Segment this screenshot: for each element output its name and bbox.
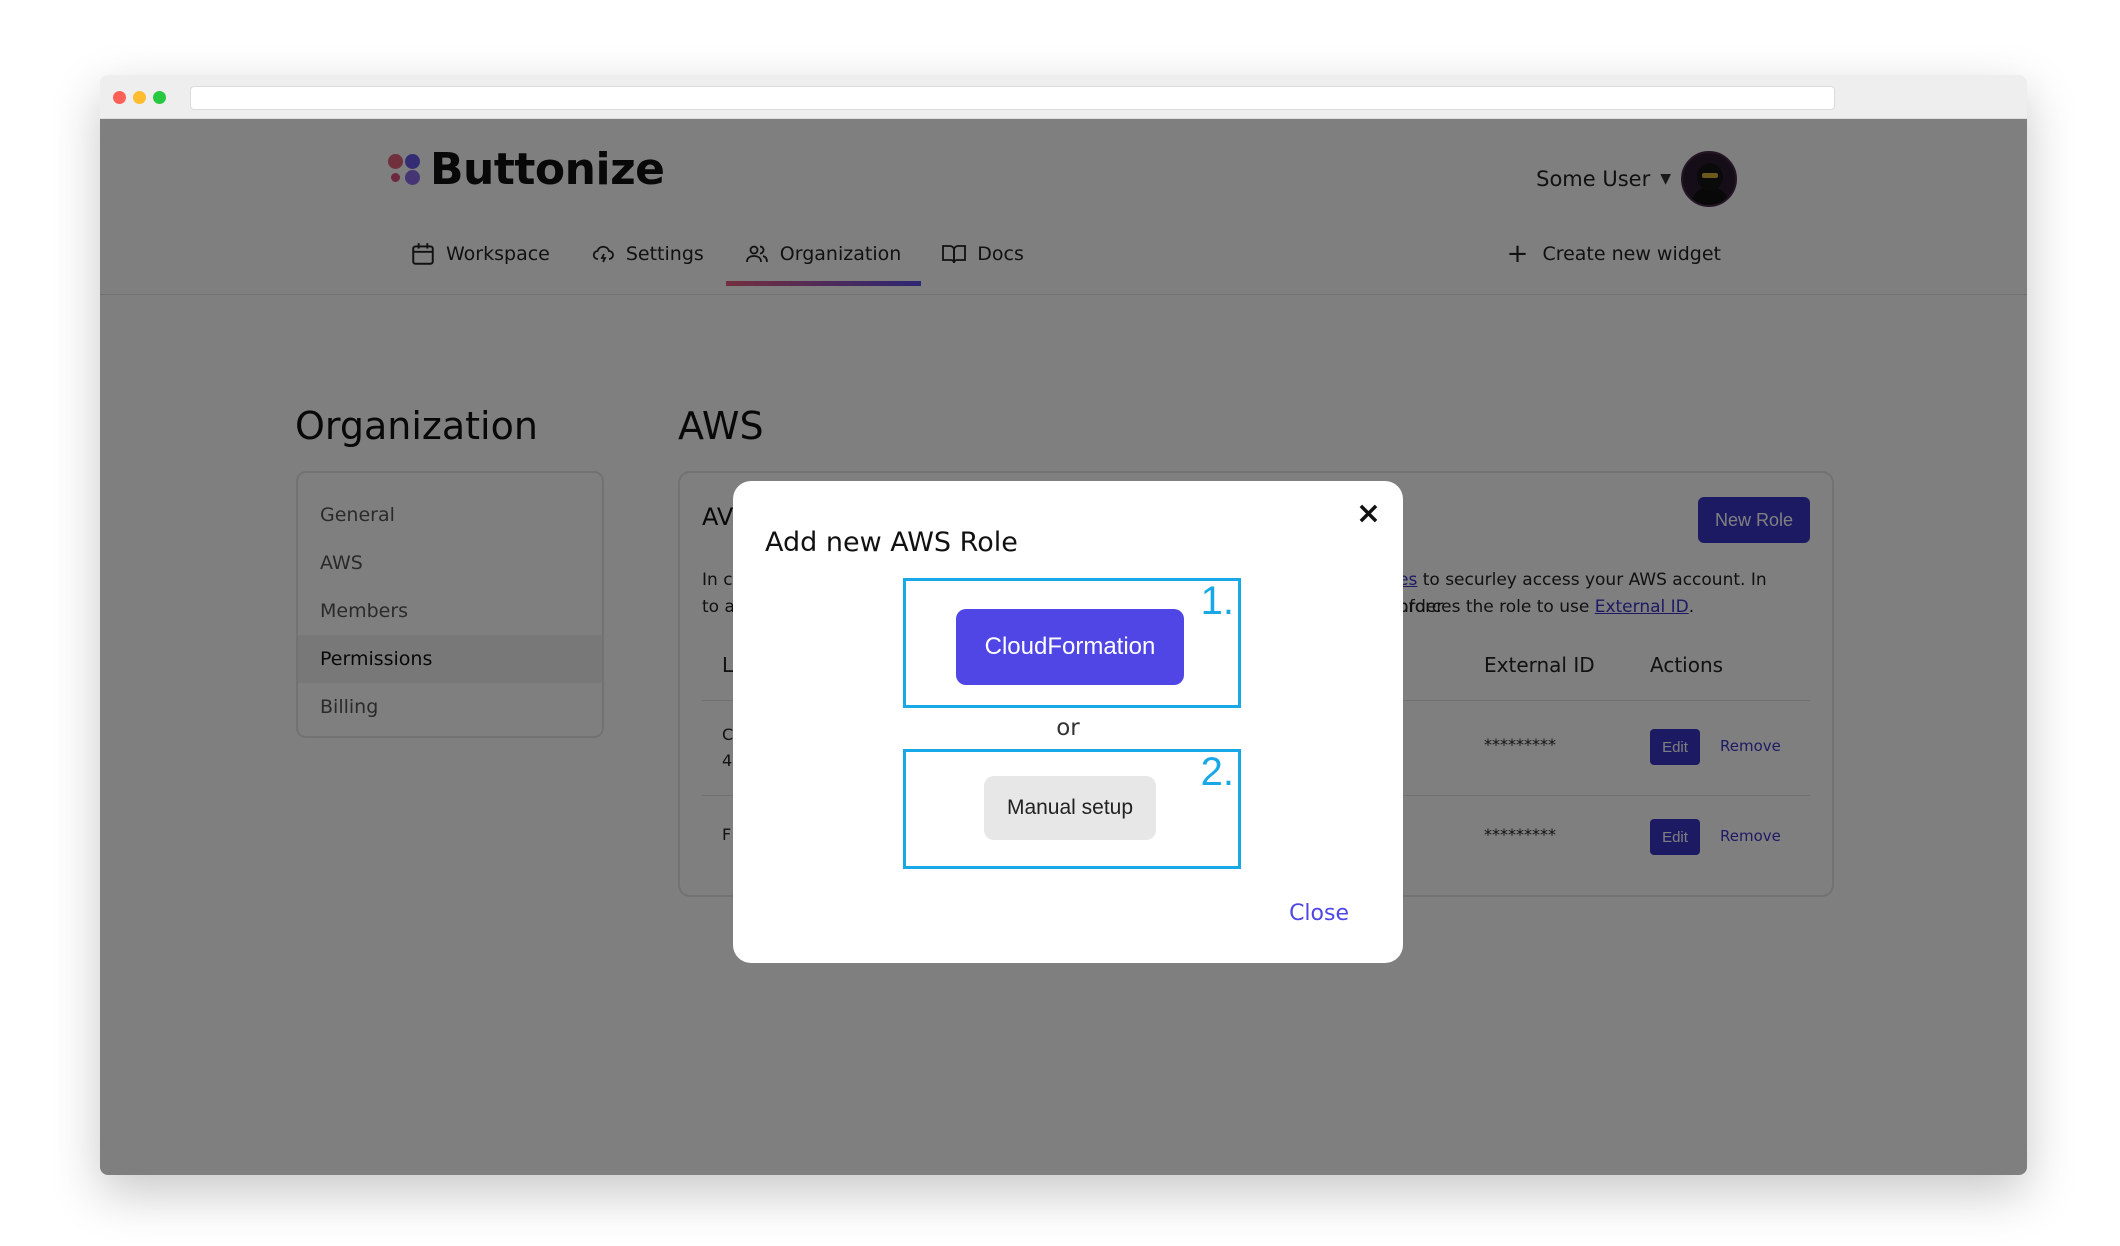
step-highlight-box: 2. Manual setup bbox=[903, 749, 1241, 869]
step-number: 2. bbox=[1200, 750, 1234, 794]
app-page: Buttonize Some User ▼ Workspace bbox=[100, 119, 2027, 1175]
step-number: 1. bbox=[1200, 579, 1234, 623]
dialog-title: Add new AWS Role bbox=[765, 527, 1018, 558]
address-bar[interactable] bbox=[190, 86, 1835, 110]
add-aws-role-dialog: × Add new AWS Role 1. CloudFormation or … bbox=[733, 481, 1403, 963]
browser-window: Buttonize Some User ▼ Workspace bbox=[100, 75, 2027, 1175]
close-button[interactable]: Close bbox=[1289, 901, 1349, 926]
or-separator: or bbox=[1056, 715, 1080, 741]
maximize-window-dot[interactable] bbox=[153, 91, 166, 104]
close-icon[interactable]: × bbox=[1356, 499, 1381, 529]
close-window-dot[interactable] bbox=[113, 91, 126, 104]
manual-setup-button[interactable]: Manual setup bbox=[984, 776, 1156, 840]
cloudformation-button[interactable]: CloudFormation bbox=[956, 609, 1184, 685]
step-highlight-box: 1. CloudFormation bbox=[903, 578, 1241, 708]
browser-chrome bbox=[100, 75, 2027, 119]
minimize-window-dot[interactable] bbox=[133, 91, 146, 104]
